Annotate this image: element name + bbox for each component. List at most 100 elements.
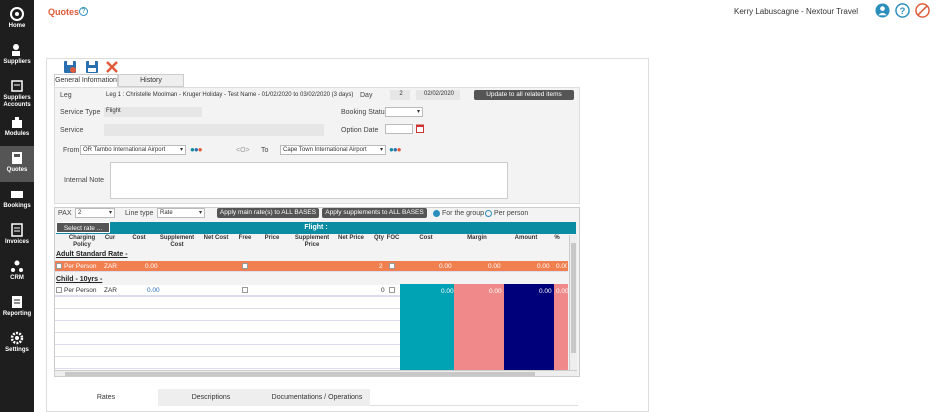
home-icon: [10, 7, 24, 21]
user-icon[interactable]: [875, 3, 890, 18]
section-adult-standard: Adult Standard Rate -: [56, 251, 128, 258]
tab-documentations[interactable]: Documentations / Operations: [264, 389, 370, 406]
col-amount: Amount: [514, 235, 538, 241]
apply-supplements-button[interactable]: Apply supplements to ALL BASES: [322, 208, 427, 218]
suppliers-icon: [12, 44, 20, 56]
margin-cell[interactable]: 0.00: [489, 288, 502, 295]
nav-label: Quotes: [6, 167, 28, 173]
leg-label: Leg: [60, 92, 72, 99]
internal-note-textarea[interactable]: [110, 162, 508, 199]
accounts-icon: [11, 80, 23, 92]
amount-cell: 0.00: [537, 263, 550, 270]
nav-modules[interactable]: Modules: [0, 110, 34, 146]
flight-title-bar: Flight :: [56, 222, 576, 234]
foc-checkbox[interactable]: [389, 263, 395, 269]
line-type-value: Rate: [160, 210, 173, 216]
nav-settings[interactable]: Settings: [0, 326, 34, 362]
date-field[interactable]: 02/02/2020: [416, 90, 460, 100]
tab-general-information[interactable]: General Information: [54, 74, 118, 87]
booking-status-select[interactable]: ▾: [385, 107, 423, 117]
nav-bookings[interactable]: Bookings: [0, 182, 34, 218]
amount-cell: 0.00: [539, 288, 552, 295]
swap-icon[interactable]: <O>: [236, 147, 250, 154]
qty-cell[interactable]: 2: [379, 263, 383, 270]
nav-home[interactable]: Home: [0, 2, 34, 38]
nav-suppliers-accounts[interactable]: Suppliers Accounts: [0, 74, 34, 110]
table-row[interactable]: Per Person ZAR 0.00 0: [55, 285, 400, 296]
from-options-icon[interactable]: ●●●: [190, 146, 202, 154]
option-date-field[interactable]: [385, 124, 413, 134]
day-label: Day: [360, 92, 373, 99]
row-select-checkbox[interactable]: [56, 287, 62, 293]
cost-total-cell: 0.00: [439, 263, 452, 270]
scrollbar-thumb[interactable]: [65, 372, 535, 376]
col-supplement-price: Supplement Price: [294, 235, 330, 248]
table-row[interactable]: Per Person ZAR 0.00 2 0.00 0.00 0.00 0.0…: [55, 261, 568, 272]
tab-underline: [370, 405, 578, 406]
policy-cell: Per Person: [64, 263, 97, 270]
cost-cell[interactable]: 0.00: [145, 263, 158, 270]
cost-total-cell: 0.00: [441, 288, 454, 295]
free-checkbox[interactable]: [242, 287, 248, 293]
apply-main-rates-button[interactable]: Apply main rate(s) to ALL BASES: [217, 208, 319, 218]
booking-status-label: Booking Status: [341, 109, 389, 116]
horizontal-scrollbar[interactable]: [55, 370, 577, 376]
from-value: OR Tambo International Airport: [83, 147, 166, 153]
day-field[interactable]: 2: [390, 90, 410, 100]
select-rate-button[interactable]: Select rate ...: [56, 222, 110, 233]
help-icon[interactable]: ?: [79, 7, 88, 16]
foc-checkbox[interactable]: [389, 287, 395, 293]
tab-history[interactable]: History: [118, 74, 184, 87]
cur-cell: ZAR: [104, 287, 117, 294]
header: Quotes ? Kerry Labuscagne - Nextour Trav…: [34, 0, 945, 24]
nav-reporting[interactable]: Reporting: [0, 290, 34, 326]
tab-descriptions[interactable]: Descriptions: [158, 389, 264, 406]
save-close-icon[interactable]: [63, 60, 77, 74]
row-select-checkbox[interactable]: [56, 263, 62, 269]
nav-invoices[interactable]: Invoices: [0, 218, 34, 254]
margin-cell[interactable]: 0.00: [488, 263, 501, 270]
free-checkbox[interactable]: [242, 263, 248, 269]
from-select[interactable]: OR Tambo International Airport ▾: [80, 145, 186, 155]
nav-quotes[interactable]: Quotes: [0, 146, 34, 182]
per-person-radio[interactable]: [485, 210, 492, 217]
ticket-icon: [11, 191, 23, 198]
scrollbar-thumb[interactable]: [571, 243, 576, 353]
chevron-down-icon: ▾: [198, 210, 202, 216]
line-type-label: Line type: [125, 210, 154, 217]
per-person-label: Per person: [494, 210, 529, 217]
nav-label: Modules: [4, 131, 30, 137]
calendar-icon[interactable]: [416, 124, 424, 133]
nav-crm[interactable]: CRM: [0, 254, 34, 290]
percent-column-bg: [554, 284, 568, 370]
service-type-field: Flight: [104, 107, 202, 117]
col-cost-total: Cost: [419, 235, 433, 241]
for-group-radio[interactable]: [433, 210, 440, 217]
col-supplement-cost: Supplement Cost: [159, 235, 195, 248]
qty-cell[interactable]: 0: [381, 287, 385, 294]
pax-value: 2: [78, 210, 82, 216]
nav-label: Home: [8, 23, 26, 29]
vertical-scrollbar[interactable]: [569, 235, 577, 370]
col-charging-policy: Charging Policy: [68, 235, 96, 248]
save-icon[interactable]: [85, 60, 99, 74]
line-type-select[interactable]: Rate ▾: [157, 208, 205, 218]
service-label: Service: [60, 127, 84, 134]
update-related-button[interactable]: Update to all related items: [474, 90, 574, 100]
puzzle-icon: [12, 117, 22, 128]
tab-rates[interactable]: Rates: [54, 389, 158, 406]
col-net-price: Net Price: [337, 235, 364, 241]
nav-suppliers[interactable]: Suppliers: [0, 38, 34, 74]
pax-select[interactable]: 2 ▾: [75, 208, 115, 218]
service-type-label: Service Type: [60, 109, 101, 116]
nav-label: Reporting: [2, 311, 32, 317]
close-icon[interactable]: [105, 60, 119, 74]
to-options-icon[interactable]: ●●●: [389, 146, 401, 154]
help-circle-icon[interactable]: ?: [895, 3, 910, 18]
to-select[interactable]: Cape Town International Airport ▾: [280, 145, 386, 155]
cost-cell[interactable]: 0.00: [147, 287, 160, 294]
logout-icon[interactable]: [915, 3, 930, 18]
user-name: Kerry Labuscagne - Nextour Travel: [734, 7, 859, 16]
chevron-down-icon: ▾: [379, 147, 383, 153]
col-margin: Margin: [467, 235, 487, 241]
